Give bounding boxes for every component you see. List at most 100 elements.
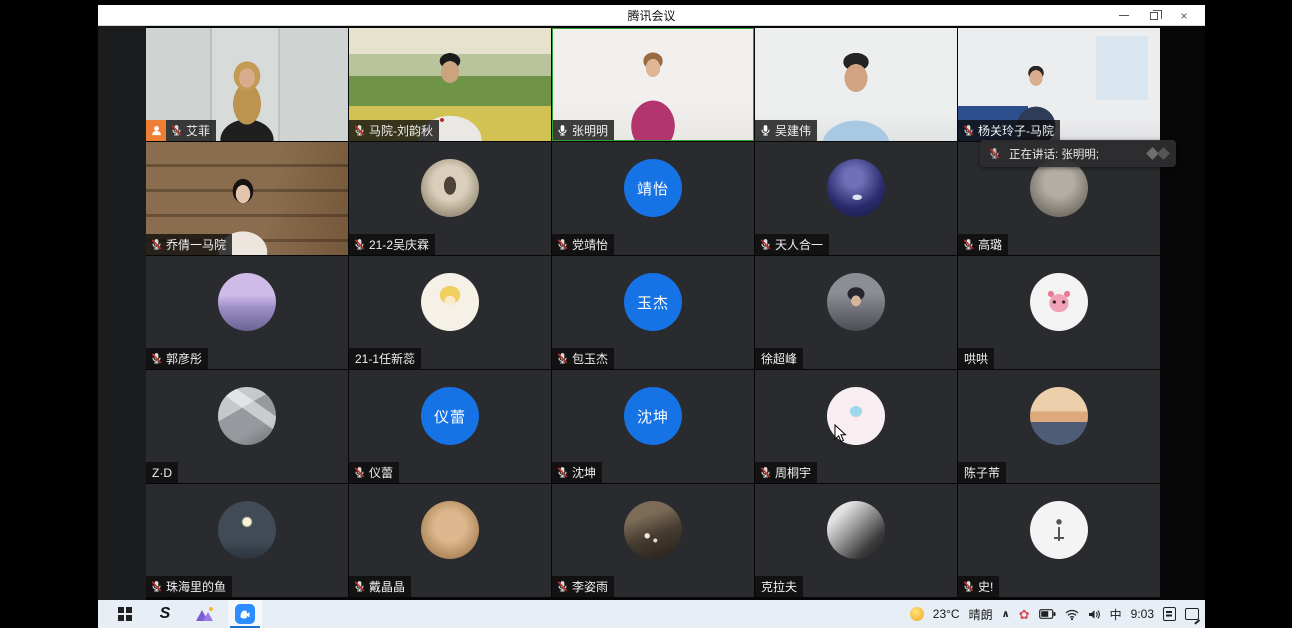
participant-name: 张明明	[572, 122, 608, 139]
photo-avatar	[421, 501, 479, 559]
start-button[interactable]	[108, 600, 142, 628]
initials-avatar: 沈坤	[624, 387, 682, 445]
participant-tile[interactable]: Z·D	[146, 370, 348, 483]
window-controls: ×	[1109, 5, 1199, 26]
participant-tile[interactable]: 马院-刘韵秋	[349, 28, 551, 141]
host-badge-icon	[146, 120, 166, 141]
participant-tile[interactable]: 珠海里的鱼	[146, 484, 348, 597]
participant-tile[interactable]: 乔倩一马院	[146, 142, 348, 255]
mic-icon	[353, 238, 366, 251]
notification-center-icon[interactable]	[1163, 607, 1176, 621]
speaker-icon[interactable]	[1088, 609, 1101, 620]
participant-nametag: 周桐宇	[755, 462, 817, 483]
battery-icon[interactable]	[1039, 609, 1056, 619]
participant-name: 哄哄	[964, 350, 988, 367]
mic-icon	[556, 580, 569, 593]
mic-icon	[353, 580, 366, 593]
weather-condition[interactable]: 晴朗	[969, 606, 993, 623]
participant-nametag: 珠海里的鱼	[146, 576, 232, 597]
participant-tile[interactable]: 仪蕾 仪蕾	[349, 370, 551, 483]
participant-name: 陈子芾	[964, 464, 1000, 481]
mic-muted-icon	[988, 147, 1001, 160]
participant-tile[interactable]: 克拉夫	[755, 484, 957, 597]
participant-name: 仪蕾	[369, 464, 393, 481]
participant-tile[interactable]: 吴建伟	[755, 28, 957, 141]
participant-tile[interactable]: 杨关玲子-马院	[958, 28, 1160, 141]
feedback-pen-icon[interactable]	[1185, 608, 1199, 620]
photo-avatar	[624, 501, 682, 559]
participant-tile[interactable]: 史!	[958, 484, 1160, 597]
mic-icon	[170, 124, 183, 137]
participant-tile[interactable]: 李姿雨	[552, 484, 754, 597]
mic-icon	[962, 238, 975, 251]
participant-nametag: 沈坤	[552, 462, 602, 483]
participant-nametag: 哄哄	[958, 348, 994, 369]
taskbar-app-mountain[interactable]	[188, 600, 222, 628]
participant-tile[interactable]: 哄哄	[958, 256, 1160, 369]
participant-tile[interactable]: 21-2吴庆霖	[349, 142, 551, 255]
participant-nametag: 吴建伟	[755, 120, 817, 141]
wifi-icon[interactable]	[1065, 609, 1079, 620]
tencent-meeting-icon	[235, 604, 255, 624]
participant-tile[interactable]: 沈坤 沈坤	[552, 370, 754, 483]
participant-tile[interactable]: 艾菲	[146, 28, 348, 141]
participant-tile[interactable]: 郭彦彤	[146, 256, 348, 369]
photo-avatar	[421, 273, 479, 331]
taskbar-app-tencent-meeting[interactable]	[228, 600, 262, 628]
title-bar[interactable]: 腾讯会议 ×	[98, 5, 1205, 26]
participant-name: 艾菲	[186, 122, 210, 139]
participant-tile[interactable]: 张明明	[552, 28, 754, 141]
participant-tile[interactable]: 靖怡 党靖怡	[552, 142, 754, 255]
restore-button[interactable]	[1139, 5, 1169, 26]
photo-avatar	[827, 501, 885, 559]
mic-icon	[962, 580, 975, 593]
initials-avatar: 靖怡	[624, 159, 682, 217]
weather-temp[interactable]: 23°C	[933, 607, 960, 621]
photo-avatar	[1030, 387, 1088, 445]
photo-avatar	[827, 159, 885, 217]
photo-avatar	[1030, 501, 1088, 559]
participant-tile[interactable]: 陈子芾	[958, 370, 1160, 483]
mic-icon	[556, 352, 569, 365]
meeting-content: 艾菲 马院-刘韵秋	[98, 26, 1205, 600]
participant-name: 21-2吴庆霖	[369, 236, 429, 253]
minimize-button[interactable]	[1109, 5, 1139, 26]
taskbar-apps: S	[108, 600, 262, 628]
participant-tile[interactable]: 玉杰 包玉杰	[552, 256, 754, 369]
taskbar-app-s[interactable]: S	[148, 600, 182, 628]
participant-tile[interactable]: 周桐宇	[755, 370, 957, 483]
mic-icon	[150, 238, 163, 251]
participant-nametag: 党靖怡	[552, 234, 614, 255]
tray-flower-icon[interactable]: ✿	[1019, 608, 1030, 621]
participant-name: 天人合一	[775, 236, 823, 253]
app-s-icon: S	[160, 606, 171, 622]
participant-name: 克拉夫	[761, 578, 797, 595]
participant-name: 21-1任新蕊	[355, 350, 415, 367]
mic-icon	[150, 580, 163, 593]
participant-nametag: 高璐	[958, 234, 1008, 255]
participant-name: 马院-刘韵秋	[369, 122, 433, 139]
photo-avatar	[1030, 159, 1088, 217]
sound-wave-icon	[1148, 149, 1168, 158]
weather-sun-icon[interactable]	[910, 607, 924, 621]
participant-name: 沈坤	[572, 464, 596, 481]
clock[interactable]: 9:03	[1131, 607, 1154, 621]
system-tray: 23°C 晴朗 ∧ ✿ 中 9:03	[910, 606, 1199, 623]
participant-tile[interactable]: 21-1任新蕊	[349, 256, 551, 369]
mic-icon	[556, 466, 569, 479]
ime-indicator[interactable]: 中	[1110, 606, 1122, 623]
close-button[interactable]: ×	[1169, 5, 1199, 26]
participant-name: 珠海里的鱼	[166, 578, 226, 595]
participant-tile[interactable]: 徐超峰	[755, 256, 957, 369]
participant-nametag: 乔倩一马院	[146, 234, 232, 255]
photo-avatar	[218, 387, 276, 445]
participant-tile[interactable]: 戴晶晶	[349, 484, 551, 597]
tray-chevron-up-icon[interactable]: ∧	[1002, 609, 1010, 620]
participant-tile[interactable]: 天人合一	[755, 142, 957, 255]
participant-name: 杨关玲子-马院	[978, 122, 1054, 139]
speaking-toast: 正在讲话: 张明明;	[980, 140, 1176, 167]
participant-name: 周桐宇	[775, 464, 811, 481]
participant-name: 高璐	[978, 236, 1002, 253]
participant-name: 吴建伟	[775, 122, 811, 139]
participant-nametag: 包玉杰	[552, 348, 614, 369]
